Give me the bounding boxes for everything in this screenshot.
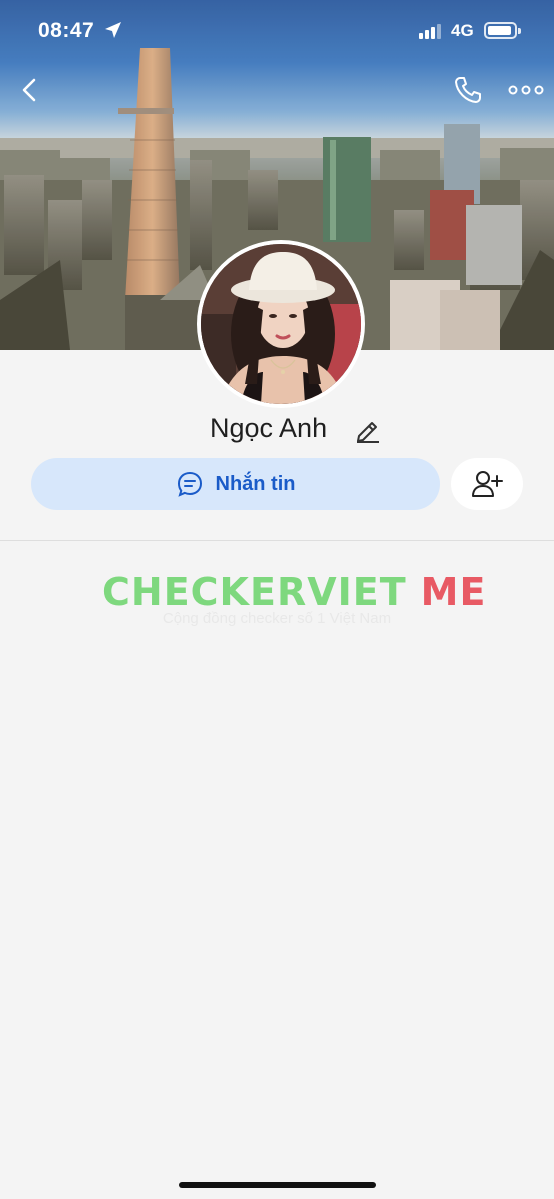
- battery-icon: [484, 22, 521, 39]
- message-button[interactable]: Nhắn tin: [31, 458, 440, 510]
- watermark-subtitle: Cộng đồng checker số 1 Việt Nam: [162, 610, 392, 627]
- network-type: 4G: [451, 21, 474, 40]
- pencil-icon: [357, 422, 379, 443]
- profile-name-row: Ngọc Anh: [0, 411, 554, 451]
- call-button[interactable]: [453, 75, 483, 105]
- profile-name: Ngọc Anh: [210, 413, 328, 443]
- watermark-title: CHECKERVIET ME: [102, 570, 486, 614]
- more-options-button[interactable]: [508, 80, 544, 100]
- location-arrow-icon: [105, 22, 121, 38]
- chevron-left-icon: [22, 78, 36, 102]
- avatar-photo: [201, 244, 361, 404]
- add-friend-button[interactable]: [451, 458, 523, 510]
- status-time: 08:47: [38, 19, 95, 42]
- edit-name-button[interactable]: [355, 417, 381, 443]
- ellipsis-icon: [508, 85, 544, 95]
- watermark-part1: CHECKERVIET: [102, 570, 407, 614]
- phone-icon: [455, 77, 481, 103]
- watermark-part2: ME: [420, 570, 487, 614]
- chat-bubble-icon: [176, 470, 204, 498]
- home-indicator[interactable]: [179, 1182, 376, 1188]
- watermark: CHECKERVIET ME Cộng đồng checker số 1 Việ…: [0, 568, 554, 638]
- cellular-signal-icon: [419, 24, 441, 39]
- add-user-icon: [472, 471, 503, 497]
- avatar[interactable]: [197, 240, 365, 408]
- status-bar: 08:47 4G: [0, 0, 554, 62]
- back-button[interactable]: [16, 76, 44, 104]
- section-divider: [0, 540, 554, 541]
- message-button-label: Nhắn tin: [215, 472, 296, 495]
